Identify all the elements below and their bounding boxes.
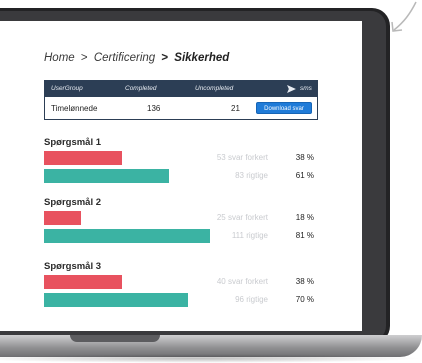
- laptop-shadow: [0, 354, 422, 363]
- breadcrumb-home[interactable]: Home: [44, 52, 75, 64]
- right-answers-bar: [44, 293, 188, 307]
- wrong-answers-caption: 25 svar forkert: [216, 213, 268, 222]
- question-block: Spørgsmål 2 25 svar forkert 18 % 111 rig…: [44, 197, 334, 244]
- table-header: UserGroup Completed Uncompleted sms: [45, 81, 317, 97]
- wrong-answers-caption: 53 svar forkert: [216, 153, 268, 162]
- wrong-answers-bar: [44, 211, 81, 225]
- usergroup-table: UserGroup Completed Uncompleted sms Time…: [44, 80, 318, 120]
- right-answers-percent: 70 %: [295, 295, 314, 304]
- right-answers-row: 83 rigtige 61 %: [44, 169, 334, 184]
- question-title: Spørgsmål 3: [44, 261, 102, 272]
- column-sms: sms: [300, 85, 312, 92]
- right-answers-percent: 61 %: [295, 171, 314, 180]
- breadcrumb-section[interactable]: Certificering: [94, 52, 155, 64]
- send-icon: [287, 85, 296, 93]
- question-title: Spørgsmål 1: [44, 137, 102, 148]
- right-answers-caption: 83 rigtige: [235, 171, 268, 180]
- column-usergroup: UserGroup: [51, 85, 83, 92]
- decorative-arrow-icon: [391, 1, 417, 32]
- right-answers-percent: 81 %: [295, 231, 314, 240]
- question-block: Spørgsmål 3 40 svar forkert 38 % 96 rigt…: [44, 261, 334, 308]
- wrong-answers-row: 53 svar forkert 38 %: [44, 151, 334, 166]
- right-answers-bar: [44, 169, 169, 183]
- cell-usergroup: Timelønnede: [51, 104, 98, 113]
- cell-uncompleted: 21: [231, 104, 240, 113]
- question-block: Spørgsmål 1 53 svar forkert 38 % 83 rigt…: [44, 137, 334, 184]
- column-uncompleted: Uncompleted: [195, 85, 234, 92]
- question-title: Spørgsmål 2: [44, 197, 102, 208]
- wrong-answers-bar: [44, 151, 122, 165]
- breadcrumb-separator: >: [80, 52, 88, 64]
- stage: Home > Certificering > Sikkerhed UserGro…: [0, 0, 422, 363]
- right-answers-caption: 111 rigtige: [231, 231, 268, 240]
- wrong-answers-percent: 18 %: [295, 213, 314, 222]
- laptop-hinge-notch: [70, 335, 160, 342]
- table-row: Timelønnede 136 21 Download svar: [45, 97, 317, 119]
- cell-completed: 136: [147, 104, 161, 113]
- right-answers-caption: 96 rigtige: [235, 295, 268, 304]
- right-answers-bar: [44, 229, 210, 243]
- laptop-screen: Home > Certificering > Sikkerhed UserGro…: [0, 21, 362, 331]
- breadcrumb-current: Sikkerhed: [174, 52, 230, 64]
- wrong-answers-percent: 38 %: [295, 277, 314, 286]
- breadcrumb-separator: >: [161, 52, 169, 64]
- wrong-answers-percent: 38 %: [295, 153, 314, 162]
- right-answers-row: 96 rigtige 70 %: [44, 293, 334, 308]
- wrong-answers-row: 40 svar forkert 38 %: [44, 275, 334, 290]
- wrong-answers-bar: [44, 275, 122, 289]
- wrong-answers-caption: 40 svar forkert: [216, 277, 268, 286]
- breadcrumb: Home > Certificering > Sikkerhed: [44, 52, 229, 64]
- download-answers-button[interactable]: Download svar: [256, 102, 312, 114]
- wrong-answers-row: 25 svar forkert 18 %: [44, 211, 334, 226]
- right-answers-row: 111 rigtige 81 %: [44, 229, 334, 244]
- column-completed: Completed: [125, 85, 157, 92]
